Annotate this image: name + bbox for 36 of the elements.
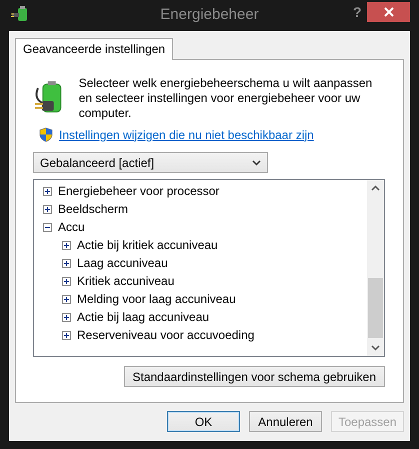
tree-item[interactable]: Actie bij kritiek accuniveau (77, 238, 218, 252)
tree-item[interactable]: Energiebeheer voor processor (58, 184, 220, 198)
expand-icon[interactable] (62, 276, 71, 286)
tree-item[interactable]: Actie bij laag accuniveau (77, 310, 210, 324)
expand-icon[interactable] (62, 294, 71, 304)
battery-plug-icon (11, 6, 29, 22)
dialog-button[interactable]: OK (167, 411, 240, 432)
chevron-down-icon[interactable] (371, 345, 380, 351)
tree-item[interactable]: Laag accuniveau (77, 256, 168, 270)
tree-item[interactable]: Beeldscherm (58, 202, 128, 216)
restore-defaults-button[interactable]: Standaardinstellingen voor schema gebruiken (124, 366, 385, 387)
tab[interactable]: Geavanceerde instellingen (15, 38, 174, 60)
plan-dropdown[interactable]: Gebalanceerd [actief] (33, 152, 268, 173)
close-icon (384, 7, 394, 17)
window-title: Energiebeheer (160, 6, 259, 23)
tree-item[interactable]: Kritiek accuniveau (77, 274, 174, 288)
tree-item[interactable]: Accu (58, 220, 85, 234)
dialog-button[interactable]: Annuleren (249, 411, 322, 432)
collapse-icon[interactable] (43, 222, 52, 232)
scrollbar-thumb[interactable] (368, 278, 383, 338)
expand-icon[interactable] (43, 204, 52, 214)
expand-icon[interactable] (62, 258, 71, 268)
shield-icon (39, 127, 53, 142)
expand-icon[interactable] (43, 186, 52, 196)
change-settings-link[interactable]: Instellingen wijzigen die nu niet beschikbaar zijn (59, 128, 314, 142)
chevron-down-icon (252, 160, 261, 166)
scrollbar[interactable] (367, 180, 384, 356)
expand-icon[interactable] (62, 240, 71, 250)
expand-icon[interactable] (62, 312, 71, 322)
help-button[interactable]: ? (353, 4, 362, 20)
tree-item[interactable]: Melding voor laag accuniveau (77, 292, 236, 306)
intro-text: Selecteer welk energiebeheerschema u wilt aanpassen en selecteer instellingen voor energiebeheer voor uw computer. (78, 76, 374, 121)
tree-item[interactable]: Reserveniveau voor accuvoeding (77, 328, 254, 342)
close-button[interactable] (367, 2, 410, 22)
chevron-up-icon[interactable] (371, 185, 380, 191)
expand-icon[interactable] (62, 330, 71, 340)
